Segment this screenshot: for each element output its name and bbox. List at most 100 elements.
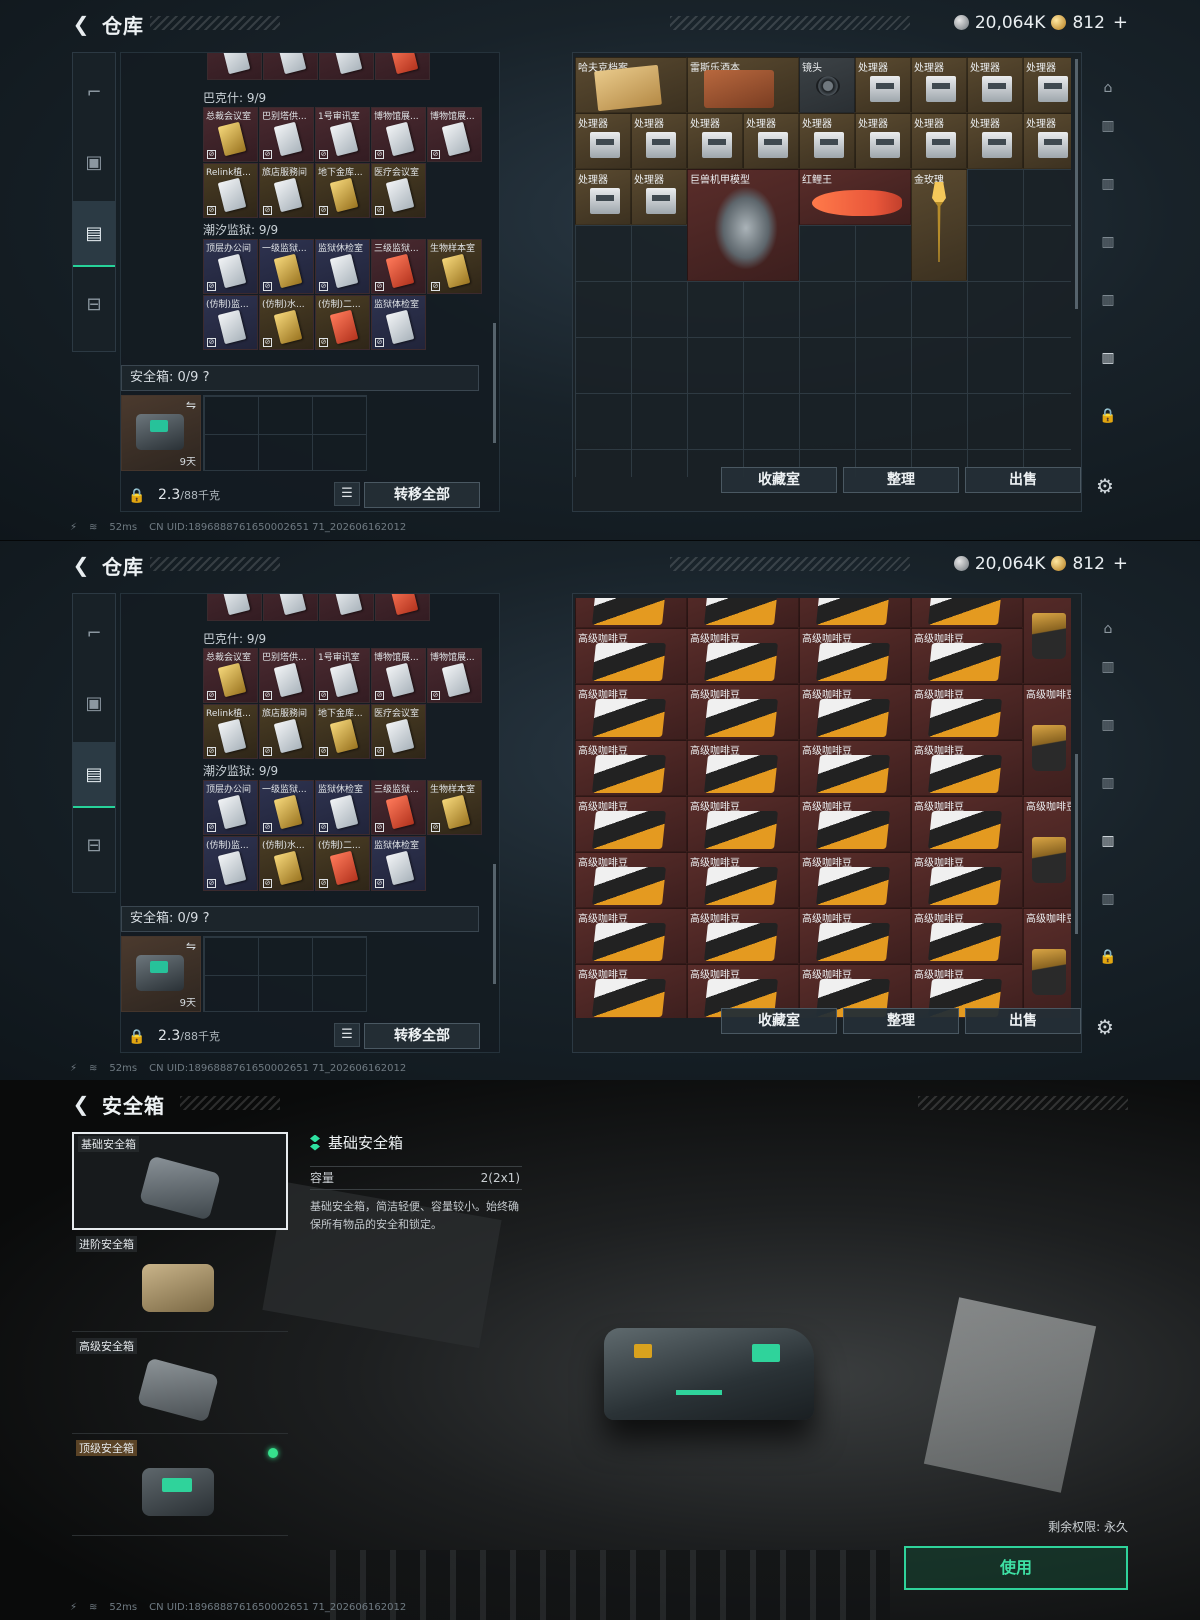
stash-item[interactable]: 高级咖啡豆 — [799, 740, 911, 796]
keycard-slot[interactable]: (仿制)二... ⊘ — [315, 295, 370, 350]
keycard-slot[interactable]: 博物馆展... ⊘ — [371, 648, 426, 703]
keycard-slot[interactable]: 监狱休检室 ⊘ — [315, 780, 370, 835]
stash-tab-icon[interactable]: ▥ — [1094, 170, 1122, 198]
stash-item[interactable]: 红鲤王 — [799, 169, 911, 225]
stash-item[interactable]: 处理器 — [1023, 57, 1071, 113]
sell-button[interactable]: 出售 — [965, 467, 1081, 493]
back-arrow-icon[interactable]: ❮ — [70, 1092, 92, 1116]
stash-item[interactable]: 处理器 — [855, 57, 911, 113]
collection-room-button[interactable]: 收藏室 — [721, 1008, 837, 1034]
stash-item[interactable]: 高级咖啡豆 — [911, 852, 1023, 908]
safe-box-slot[interactable]: ⇋ 9天 — [121, 395, 201, 471]
lock-icon[interactable]: 🔒 — [1094, 943, 1122, 971]
keycard-slot[interactable]: (仿制)水... ⊘ — [259, 295, 314, 350]
safe-option-top[interactable]: 顶级安全箱 — [72, 1438, 288, 1536]
stash-item[interactable]: 高级咖啡豆 — [687, 908, 799, 964]
scrollbar[interactable] — [493, 864, 496, 984]
safe-box-label[interactable]: 安全箱: 0/9 ? — [121, 365, 479, 391]
stash-item[interactable]: 高级咖啡豆 — [687, 852, 799, 908]
stash-item[interactable]: 处理器 — [855, 113, 911, 169]
stash-grid[interactable]: 哈夫克档案 雷斯乐酒本 镜头 处理器 处理器 处理器 处理器 处理器 处理器 处… — [575, 57, 1071, 477]
item-slot[interactable] — [319, 594, 374, 621]
stash-tab-icon[interactable]: ▥ — [1094, 344, 1122, 372]
keycard-slot[interactable]: 生物样本室 ⊘ — [427, 780, 482, 835]
keycard-slot[interactable]: Relink植... ⊘ — [203, 704, 258, 759]
keycard-slot[interactable]: 1号审讯室 ⊘ — [315, 107, 370, 162]
lock-icon[interactable]: 🔒 — [128, 1029, 145, 1045]
item-slot[interactable] — [319, 53, 374, 80]
item-slot[interactable] — [207, 53, 262, 80]
stash-tab-icon[interactable]: ▥ — [1094, 711, 1122, 739]
keycard-slot[interactable]: 顶层办公间 ⊘ — [203, 780, 258, 835]
gear-icon[interactable]: ⚙ — [1096, 1015, 1114, 1039]
stash-item[interactable]: 高级咖啡豆 — [687, 684, 799, 740]
stash-item[interactable]: 高级咖啡豆 — [911, 796, 1023, 852]
use-button[interactable]: 使用 — [904, 1546, 1128, 1590]
backpack-icon[interactable]: ▣ — [73, 670, 115, 736]
stash-item[interactable]: 处理器 — [743, 113, 799, 169]
safe-box-slot[interactable]: ⇋ 9天 — [121, 936, 201, 1012]
stash-item[interactable]: 高级咖啡豆 — [799, 796, 911, 852]
stash-item[interactable] — [799, 598, 911, 628]
safe-box-grid[interactable] — [203, 395, 367, 471]
stash-item[interactable]: 处理器 — [911, 113, 967, 169]
stash-item[interactable]: 处理器 — [967, 113, 1023, 169]
backpack-icon[interactable]: ▣ — [73, 129, 115, 195]
home-icon[interactable]: ⌂ — [1094, 615, 1122, 643]
briefcase-icon[interactable]: ⊟ — [73, 812, 115, 878]
safe-option-basic[interactable]: 基础安全箱 — [72, 1132, 288, 1230]
item-slot[interactable] — [207, 594, 262, 621]
stash-tab-icon[interactable]: ▥ — [1094, 885, 1122, 913]
keycard-slot[interactable]: 博物馆展... ⊘ — [427, 648, 482, 703]
add-currency-button[interactable]: + — [1113, 12, 1128, 33]
keycard-slot[interactable]: 地下金库... ⊘ — [315, 704, 370, 759]
stash-tab-icon[interactable]: ▥ — [1094, 112, 1122, 140]
keycard-slot[interactable]: 三级监狱... ⊘ — [371, 780, 426, 835]
stash-item[interactable]: 高级咖啡豆 — [1023, 796, 1071, 908]
back-arrow-icon[interactable]: ❮ — [70, 12, 92, 36]
stash-item[interactable]: 处理器 — [575, 169, 631, 225]
item-slot[interactable] — [375, 53, 430, 80]
stash-item[interactable] — [575, 598, 687, 628]
clipboard-icon[interactable]: ▤ — [73, 201, 115, 267]
organize-button[interactable]: 整理 — [843, 1008, 959, 1034]
stash-item[interactable]: 高级咖啡豆 — [687, 796, 799, 852]
sell-button[interactable]: 出售 — [965, 1008, 1081, 1034]
keycard-slot[interactable]: 巴别塔供... ⊘ — [259, 107, 314, 162]
keycard-slot[interactable]: 医疗会议室 ⊘ — [371, 704, 426, 759]
keycard-slot[interactable]: 一级监狱... ⊘ — [259, 780, 314, 835]
stash-item[interactable]: 高级咖啡豆 — [799, 684, 911, 740]
stash-item[interactable]: 巨兽机甲模型 — [687, 169, 799, 281]
stash-item[interactable]: 雷斯乐酒本 — [687, 57, 799, 113]
stash-tab-icon[interactable]: ▥ — [1094, 286, 1122, 314]
keycard-slot[interactable]: 生物样本室 ⊘ — [427, 239, 482, 294]
list-icon[interactable]: ☰ — [334, 482, 360, 506]
stash-item[interactable]: 高级咖啡豆 — [799, 908, 911, 964]
stash-item[interactable]: 处理器 — [575, 113, 631, 169]
stash-item[interactable]: 哈夫克档案 — [575, 57, 687, 113]
safe-box-label[interactable]: 安全箱: 0/9 ? — [121, 906, 479, 932]
list-icon[interactable]: ☰ — [334, 1023, 360, 1047]
stash-item[interactable]: 高级咖啡豆 — [687, 628, 799, 684]
keycard-slot[interactable]: (仿制)监... ⊘ — [203, 836, 258, 891]
stash-tab-icon[interactable]: ▥ — [1094, 653, 1122, 681]
stash-item[interactable]: 高级咖啡豆 — [1023, 684, 1071, 796]
stash-item[interactable]: 处理器 — [1023, 113, 1071, 169]
clipboard-icon[interactable]: ▤ — [73, 742, 115, 808]
stash-item[interactable]: 高级咖啡豆 — [575, 796, 687, 852]
pistol-icon[interactable]: ⌐ — [73, 59, 115, 125]
stash-item[interactable]: 高级咖啡豆 — [799, 852, 911, 908]
pistol-icon[interactable]: ⌐ — [73, 600, 115, 666]
stash-item[interactable]: 处理器 — [799, 113, 855, 169]
keycard-slot[interactable]: 总裁会议室 ⊘ — [203, 648, 258, 703]
stash-item[interactable]: 高级咖啡豆 — [575, 684, 687, 740]
scrollbar[interactable] — [1075, 59, 1078, 309]
keycard-slot[interactable]: 监狱体检室 ⊘ — [371, 295, 426, 350]
keycard-slot[interactable]: 三级监狱... ⊘ — [371, 239, 426, 294]
home-icon[interactable]: ⌂ — [1094, 74, 1122, 102]
stash-tab-icon[interactable]: ▥ — [1094, 769, 1122, 797]
scrollbar[interactable] — [493, 323, 496, 443]
stash-tab-icon[interactable]: ▥ — [1094, 228, 1122, 256]
stash-item[interactable]: 处理器 — [631, 113, 687, 169]
item-slot[interactable] — [263, 53, 318, 80]
